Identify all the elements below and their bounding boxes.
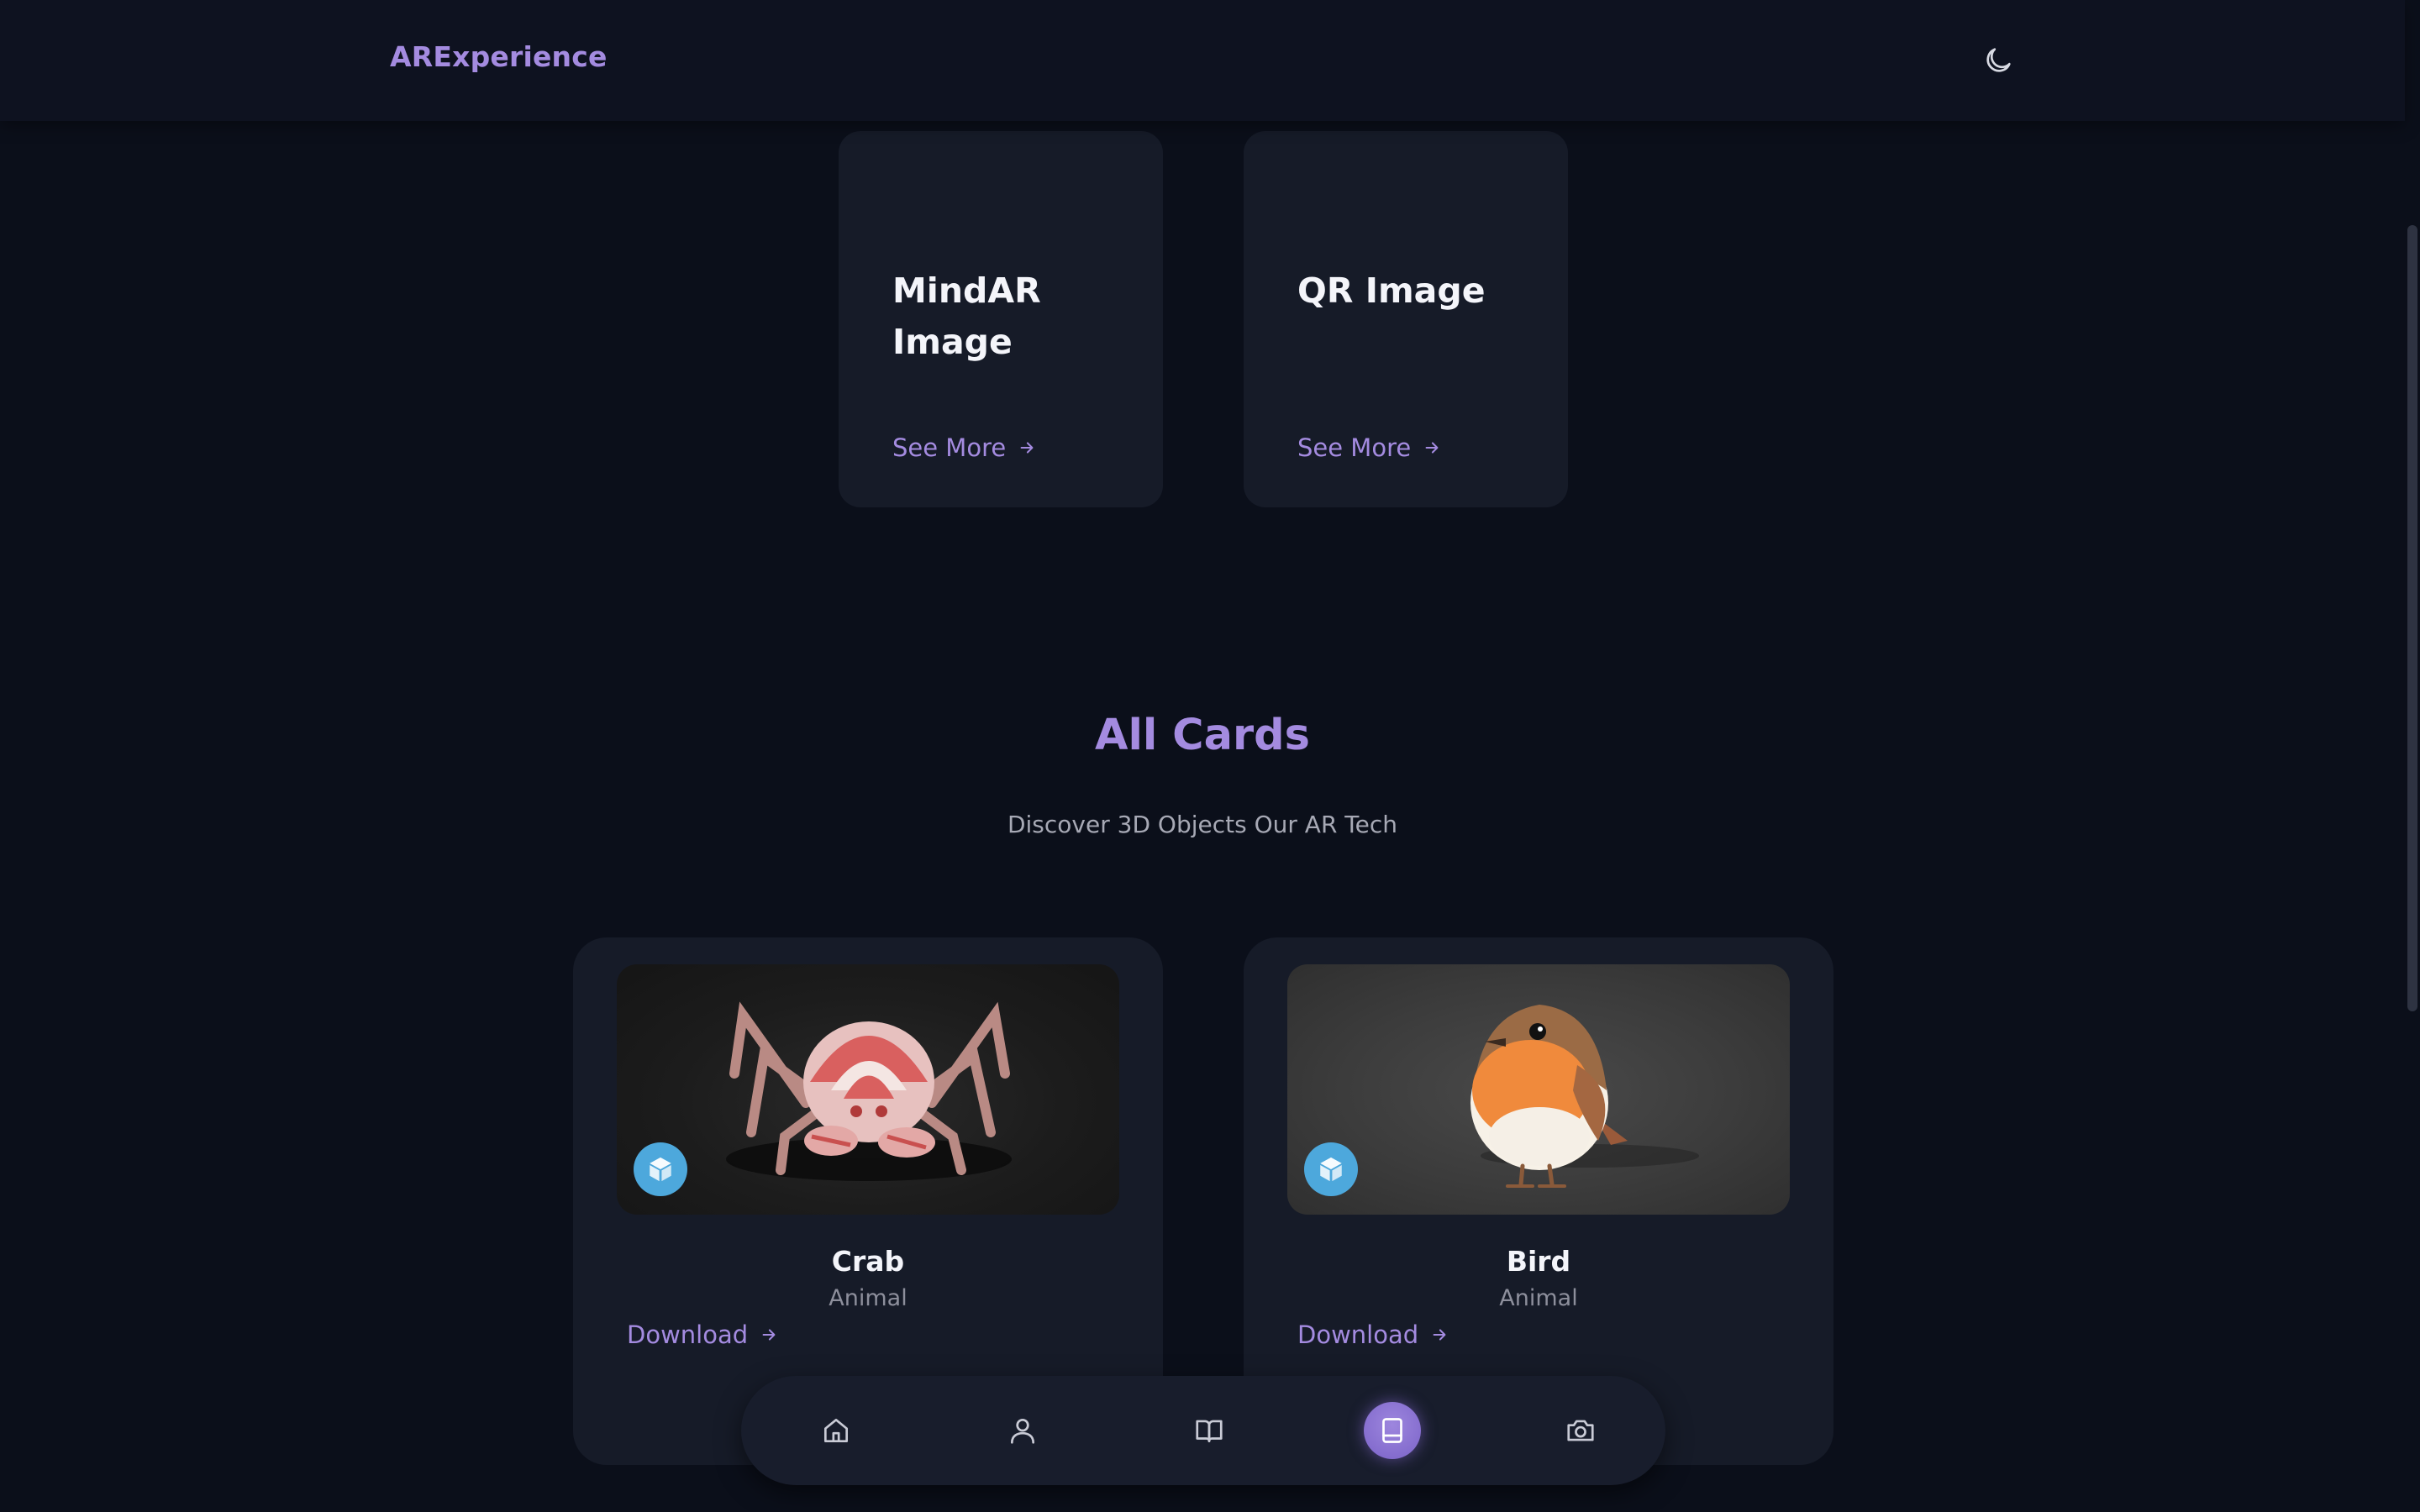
see-more-label: See More bbox=[892, 433, 1007, 462]
theme-toggle-button[interactable] bbox=[1978, 40, 2018, 81]
download-label: Download bbox=[627, 1320, 749, 1349]
camera-icon bbox=[1567, 1420, 1594, 1441]
nav-cards-button[interactable] bbox=[1364, 1402, 1421, 1459]
feature-card-qr: QR Image See More bbox=[1244, 131, 1568, 507]
bird-model-image[interactable] bbox=[1287, 964, 1790, 1215]
brand-logo[interactable]: ARExperience bbox=[390, 40, 608, 73]
download-link[interactable]: Download bbox=[1297, 1320, 1449, 1349]
bottom-navigation bbox=[741, 1376, 1665, 1485]
nav-home-button[interactable] bbox=[808, 1402, 865, 1459]
see-more-link[interactable]: See More bbox=[1297, 433, 1441, 462]
nav-guide-button[interactable] bbox=[1181, 1402, 1238, 1459]
cube-icon-badge bbox=[1304, 1142, 1358, 1196]
nav-camera-button[interactable] bbox=[1552, 1402, 1609, 1459]
nav-profile-button[interactable] bbox=[994, 1402, 1051, 1459]
card-title: Crab bbox=[831, 1245, 905, 1278]
moon-icon bbox=[1986, 48, 2011, 72]
arrow-right-icon bbox=[1433, 1329, 1446, 1341]
arrow-right-icon bbox=[1020, 442, 1034, 454]
section-subtitle: Discover 3D Objects Our AR Tech bbox=[1007, 811, 1398, 838]
page-scrollbar[interactable] bbox=[2405, 0, 2420, 1512]
home-icon bbox=[823, 1418, 849, 1443]
app-root: ARExperience MindAR Image See More QR Im… bbox=[0, 0, 2420, 1512]
bird-illustration bbox=[1470, 1005, 1699, 1188]
card-category: Animal bbox=[1499, 1285, 1578, 1311]
see-more-link[interactable]: See More bbox=[892, 433, 1036, 462]
top-header: ARExperience bbox=[0, 0, 2405, 121]
cube-icon-badge bbox=[634, 1142, 687, 1196]
crab-illustration bbox=[726, 1001, 1012, 1181]
cube-icon bbox=[1320, 1157, 1342, 1182]
user-icon bbox=[1010, 1418, 1035, 1444]
arrow-right-icon bbox=[762, 1329, 776, 1341]
cube-icon bbox=[650, 1157, 671, 1182]
section-title: All Cards bbox=[1094, 711, 1311, 760]
feature-card-mindar: MindAR Image See More bbox=[839, 131, 1163, 507]
arrow-right-icon bbox=[1425, 442, 1439, 454]
see-more-label: See More bbox=[1297, 433, 1412, 462]
cards-icon bbox=[1382, 1418, 1402, 1443]
feature-card-title: MindAR Image bbox=[892, 270, 1041, 362]
scrollbar-thumb[interactable] bbox=[2407, 225, 2417, 1011]
feature-card-title: QR Image bbox=[1297, 270, 1486, 311]
download-link[interactable]: Download bbox=[627, 1320, 778, 1349]
crab-model-image[interactable] bbox=[617, 964, 1119, 1215]
download-label: Download bbox=[1297, 1320, 1419, 1349]
book-open-icon bbox=[1196, 1420, 1223, 1443]
card-category: Animal bbox=[829, 1285, 908, 1311]
card-title: Bird bbox=[1506, 1245, 1571, 1278]
